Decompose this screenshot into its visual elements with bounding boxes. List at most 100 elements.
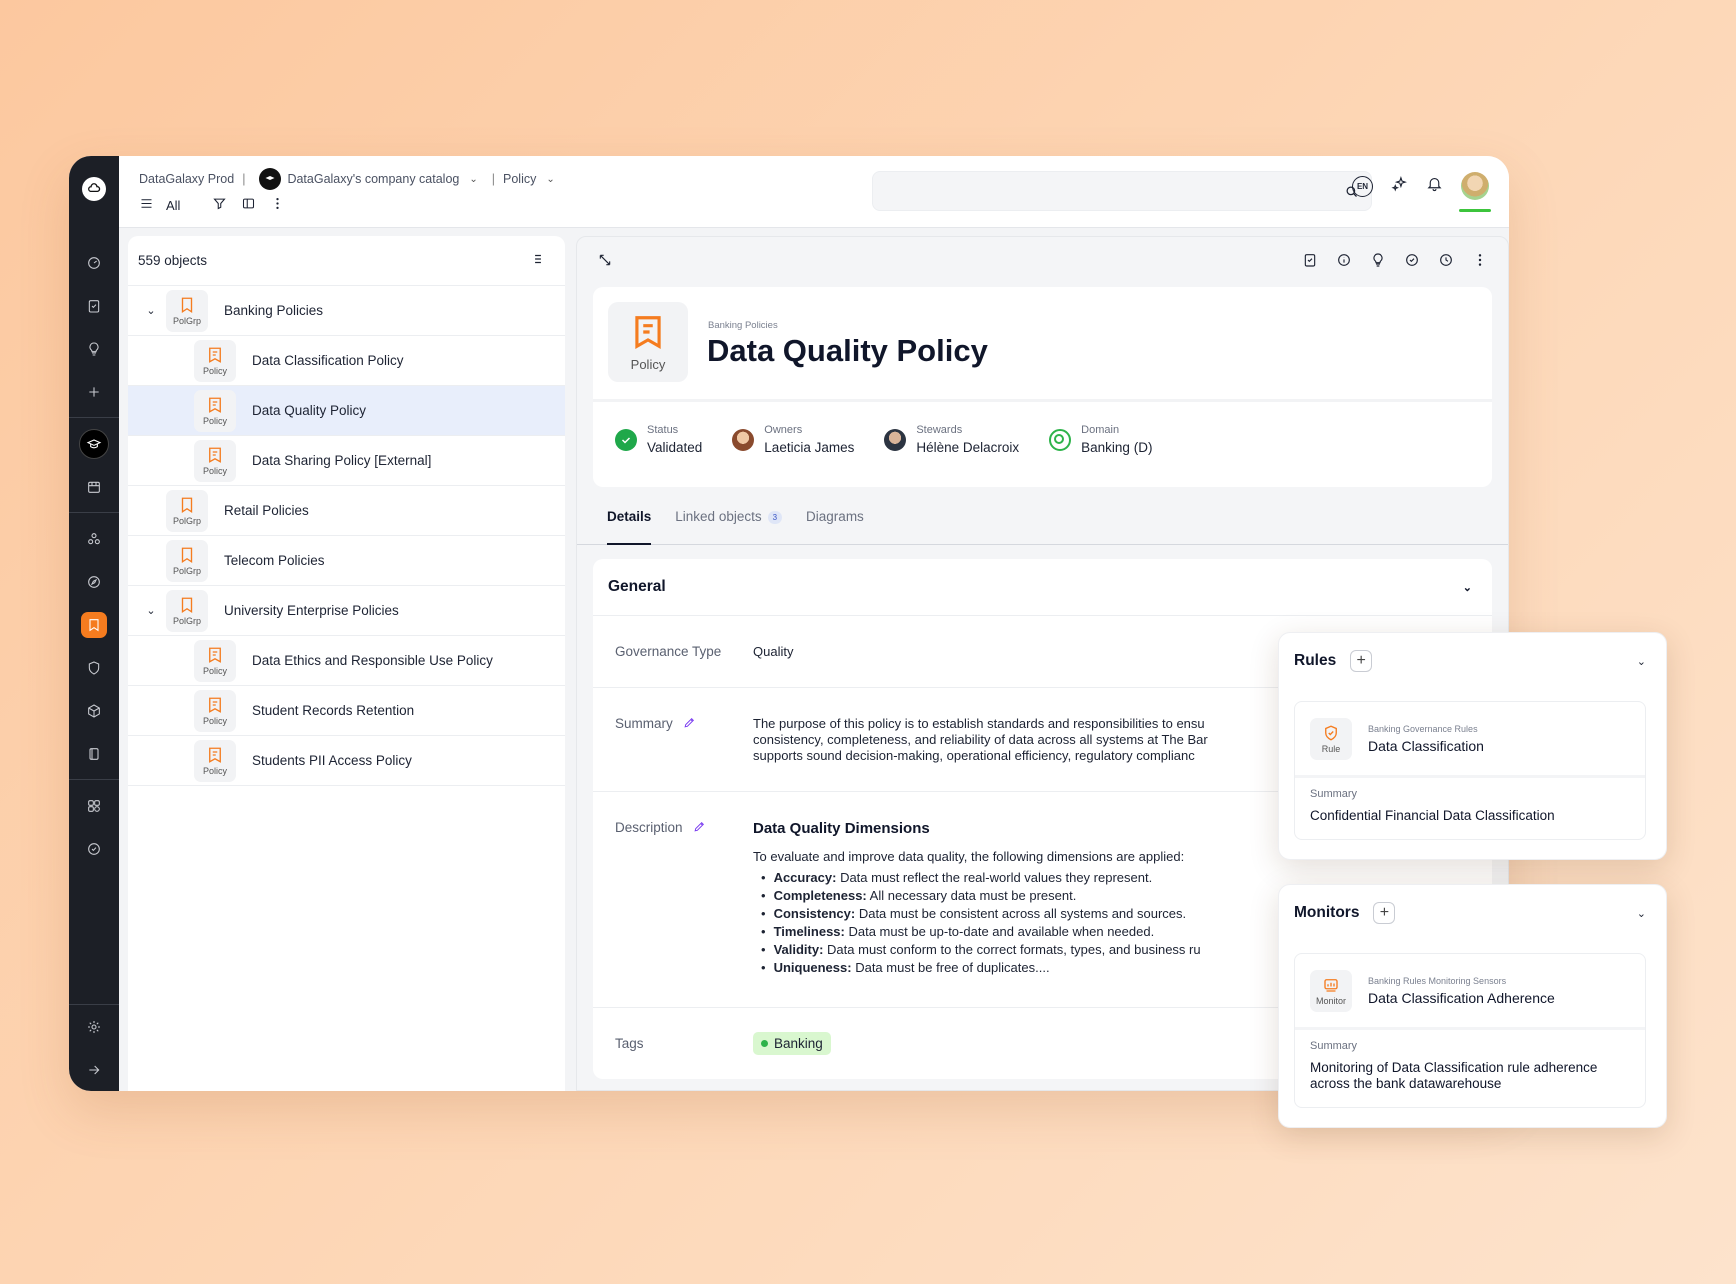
dimension-text: Data must be free of duplicates.... [855, 960, 1050, 975]
tree-row-label: University Enterprise Policies [224, 603, 399, 618]
lightbulb-icon[interactable] [1370, 252, 1386, 273]
tag-chip[interactable]: Banking [753, 1031, 831, 1055]
dimension-text: Data must reflect the real-world values … [840, 870, 1153, 885]
more-vertical-icon[interactable] [270, 196, 285, 214]
catalog-chevron-down-icon[interactable]: ⌄ [469, 174, 477, 185]
tree-row[interactable]: Policy Data Quality Policy [128, 386, 565, 436]
tree-row[interactable]: PolGrp Telecom Policies [128, 536, 565, 586]
info-icon[interactable] [1336, 252, 1352, 273]
tree-row[interactable]: Policy Students PII Access Policy [128, 736, 565, 786]
chevron-down-icon[interactable]: ⌄ [1463, 581, 1472, 594]
breadcrumb-module[interactable]: Policy [503, 172, 536, 186]
breadcrumb-catalog[interactable]: DataGalaxy's company catalog [287, 172, 459, 186]
panel-toggle-icon[interactable] [241, 196, 256, 214]
user-avatar[interactable] [1459, 172, 1491, 212]
history-clock-icon[interactable] [1438, 252, 1454, 273]
domain-label: Domain [1081, 424, 1120, 436]
policy-group-icon: PolGrp [166, 489, 208, 532]
object-list-header: 559 objects [128, 236, 565, 286]
fullscreen-arrows-icon[interactable] [597, 252, 613, 273]
tasks-icon[interactable] [1302, 252, 1318, 273]
dashboard-icon[interactable] [69, 241, 119, 284]
tree-row[interactable]: Policy Data Classification Policy [128, 336, 565, 386]
more-vertical-icon[interactable] [1472, 252, 1488, 273]
top-bar: DataGalaxy Prod | DataGalaxy's company c… [119, 156, 1509, 228]
tree-row[interactable]: Policy Data Ethics and Responsible Use Po… [128, 636, 565, 686]
module-chevron-down-icon[interactable]: ⌄ [546, 174, 554, 185]
settings-gear-icon[interactable] [69, 1005, 119, 1048]
summary-value[interactable]: The purpose of this policy is to establi… [753, 716, 1313, 791]
rule-item[interactable]: Rule Banking Governance Rules Data Class… [1294, 701, 1646, 840]
tree-row[interactable]: ⌄ PolGrp University Enterprise Policies [128, 586, 565, 636]
lightbulb-icon[interactable] [69, 327, 119, 370]
chevron-down-icon[interactable]: ⌄ [1637, 655, 1646, 668]
ai-edit-pen-icon[interactable] [693, 820, 706, 1007]
compass-icon[interactable] [69, 560, 119, 603]
hamburger-menu-icon[interactable] [139, 196, 154, 214]
bubbles-icon[interactable] [69, 517, 119, 560]
language-switcher[interactable]: EN [1352, 175, 1373, 197]
governance-type-value[interactable]: Quality [753, 644, 793, 659]
rules-card-title: Rules [1294, 652, 1337, 669]
tab-diagrams[interactable]: Diagrams [806, 509, 864, 544]
tree-row[interactable]: ⌄ PolGrp Banking Policies [128, 286, 565, 336]
tree-row-label: Data Ethics and Responsible Use Policy [252, 653, 493, 668]
object-type-label: PolGrp [172, 515, 201, 526]
add-icon[interactable] [69, 370, 119, 413]
filter-icon[interactable] [212, 196, 227, 214]
breadcrumb-workspace[interactable]: DataGalaxy Prod [139, 172, 234, 186]
chevron-down-icon[interactable]: ⌄ [1637, 907, 1646, 920]
tree-row[interactable]: Policy Data Sharing Policy [External] [128, 436, 565, 486]
tab-details[interactable]: Details [607, 509, 652, 545]
check-circle-icon[interactable] [1404, 252, 1420, 273]
object-type-label: Policy [202, 715, 227, 726]
expand-arrow-icon[interactable] [69, 1048, 119, 1091]
dimension-text: Data must be up-to-date and available wh… [848, 924, 1155, 939]
dimension-name: Consistency: [773, 906, 856, 921]
object-parent-label[interactable]: Banking Policies [708, 320, 778, 331]
tab-linked-objects[interactable]: Linked objects 3 [675, 509, 783, 544]
search-input[interactable] [873, 172, 1371, 210]
add-rule-button[interactable]: + [1350, 650, 1373, 672]
general-section-title: General [608, 578, 666, 595]
dimension-item: Accuracy: Data must reflect the real-wor… [761, 869, 1201, 887]
description-value[interactable]: Data Quality Dimensions To evaluate and … [753, 820, 1201, 1007]
expand-chevron-icon[interactable]: ⌄ [142, 304, 160, 317]
tree-row-label: Data Classification Policy [252, 353, 404, 368]
notifications-bell-icon[interactable] [1426, 175, 1443, 197]
rule-title: Data Classification [1368, 737, 1484, 754]
monitor-item[interactable]: Monitor Banking Rules Monitoring Sensors… [1294, 953, 1646, 1108]
object-meta-row: Status Validated Owners Laeticia James Ste… [593, 402, 1492, 455]
add-monitor-button[interactable]: + [1373, 902, 1396, 924]
ai-edit-pen-icon[interactable] [683, 716, 696, 791]
cube-icon[interactable] [69, 689, 119, 732]
policy-type-label: Policy [630, 356, 666, 372]
general-section-header[interactable]: General ⌄ [593, 559, 1492, 616]
filter-all-dropdown[interactable]: All [166, 198, 180, 213]
rail-divider [69, 417, 119, 418]
owners-field[interactable]: Owners Laeticia James [732, 424, 854, 455]
list-options-icon[interactable] [531, 252, 545, 269]
governance-type-label: Governance Type [615, 644, 722, 659]
monitor-title: Data Classification Adherence [1368, 989, 1555, 1006]
check-badge-icon[interactable] [69, 827, 119, 870]
rule-summary-label: Summary [1310, 788, 1358, 800]
policy-module-icon[interactable] [69, 603, 119, 646]
status-field[interactable]: Status Validated [615, 424, 702, 455]
stewards-field[interactable]: Stewards Hélène Delacroix [884, 424, 1019, 455]
tasks-icon[interactable] [69, 284, 119, 327]
domain-field[interactable]: Domain Banking (D) [1049, 424, 1152, 455]
ai-sparkle-icon[interactable] [1391, 175, 1408, 197]
expand-chevron-icon[interactable]: ⌄ [142, 604, 160, 617]
tree-row[interactable]: PolGrp Retail Policies [128, 486, 565, 536]
app-logo-icon[interactable] [82, 177, 106, 201]
tree-row[interactable]: Policy Student Records Retention [128, 686, 565, 736]
store-icon[interactable] [69, 465, 119, 508]
shield-icon[interactable] [69, 646, 119, 689]
monitor-parent-label: Banking Rules Monitoring Sensors [1368, 975, 1507, 986]
catalog-switch-icon[interactable] [69, 422, 119, 465]
validated-check-icon [615, 428, 637, 451]
apps-icon[interactable] [69, 784, 119, 827]
book-icon[interactable] [69, 732, 119, 775]
monitor-type-label: Monitor [1315, 995, 1346, 1006]
